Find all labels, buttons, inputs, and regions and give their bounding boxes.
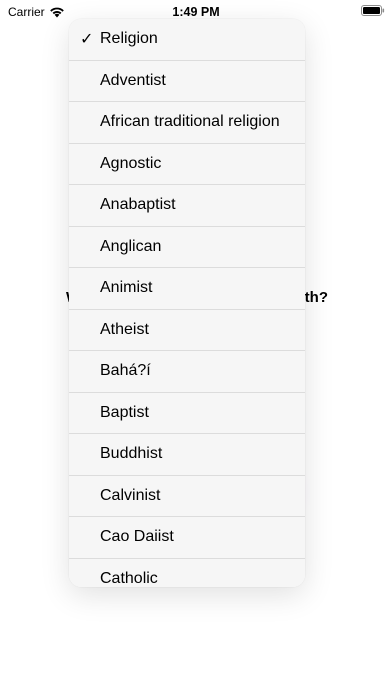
menu-item-bah[interactable]: Bahá?í — [69, 351, 305, 393]
menu-item-label: Adventist — [100, 71, 166, 89]
checkmark-icon: ✓ — [80, 31, 94, 49]
menu-item-label: Baptist — [100, 403, 149, 421]
menu-item-atheist[interactable]: Atheist — [69, 309, 305, 351]
religion-dropdown-menu[interactable]: ✓ Religion Adventist African traditional re… — [69, 19, 305, 587]
menu-item-african-traditional-religion[interactable]: African traditional religion — [69, 102, 305, 144]
menu-item-buddhist[interactable]: Buddhist — [69, 434, 305, 476]
menu-item-anabaptist[interactable]: Anabaptist — [69, 185, 305, 227]
status-time: 1:49 PM — [172, 5, 220, 19]
menu-list: ✓ Religion Adventist African traditional re… — [69, 19, 305, 587]
menu-item-religion[interactable]: ✓ Religion — [69, 19, 305, 61]
battery-icon — [361, 5, 385, 16]
menu-item-adventist[interactable]: Adventist — [69, 60, 305, 102]
menu-item-baptist[interactable]: Baptist — [69, 392, 305, 434]
menu-item-label: Catholic — [100, 569, 158, 587]
menu-item-label: Cao Daiist — [100, 528, 174, 546]
menu-item-cao-daiist[interactable]: Cao Daiist — [69, 517, 305, 559]
menu-item-label: Bahá?í — [100, 362, 151, 380]
menu-item-label: Agnostic — [100, 154, 162, 172]
menu-item-label: Buddhist — [100, 445, 163, 463]
menu-item-label: Religion — [100, 30, 158, 48]
menu-item-label: Calvinist — [100, 486, 161, 504]
menu-item-catholic[interactable]: Catholic — [69, 558, 305, 587]
menu-item-label: African traditional religion — [100, 113, 280, 131]
menu-item-label: Anabaptist — [100, 196, 176, 214]
menu-item-label: Animist — [100, 279, 153, 297]
menu-item-animist[interactable]: Animist — [69, 268, 305, 310]
menu-item-anglican[interactable]: Anglican — [69, 226, 305, 268]
menu-item-agnostic[interactable]: Agnostic — [69, 143, 305, 185]
menu-item-label: Atheist — [100, 320, 149, 338]
menu-item-calvinist[interactable]: Calvinist — [69, 475, 305, 517]
question-text-right: th? — [304, 289, 328, 306]
screen: Carrier 1:49 PM W th? ✓ReligionAdventist… — [0, 0, 392, 696]
menu-item-label: Anglican — [100, 237, 162, 255]
